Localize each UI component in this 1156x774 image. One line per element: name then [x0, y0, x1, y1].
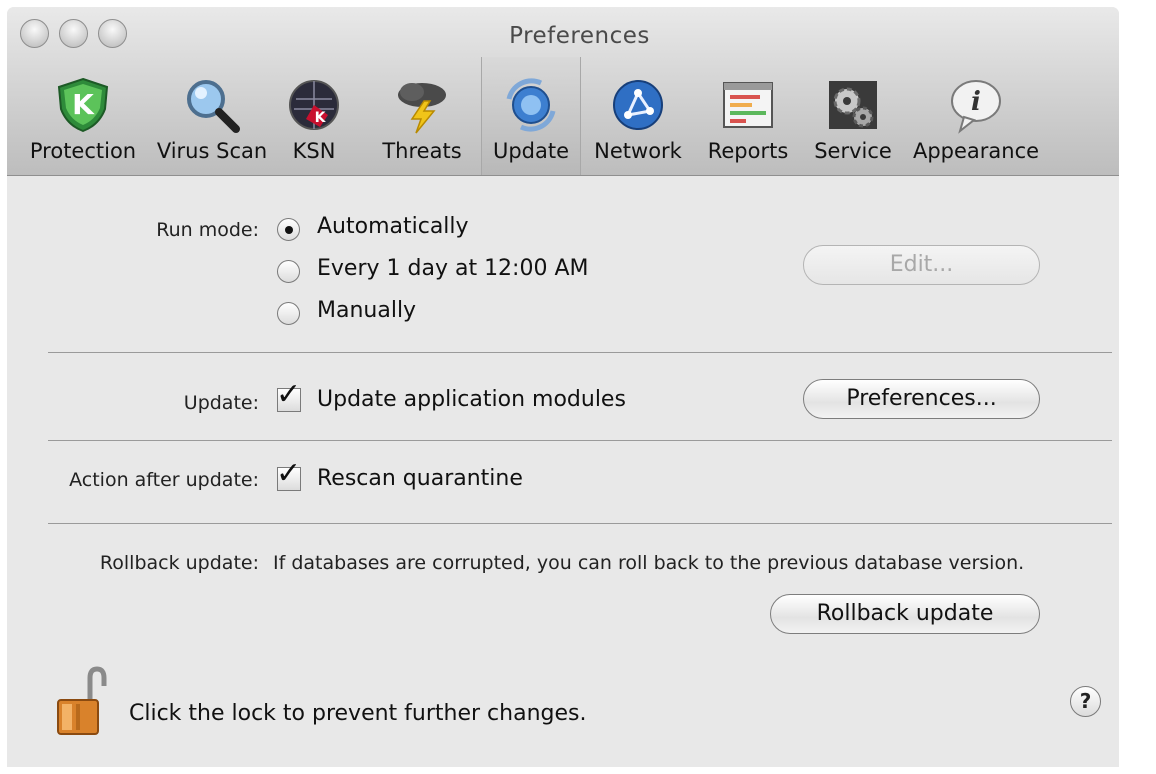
toolbar-label-appearance: Appearance: [912, 139, 1040, 163]
toolbar-item-reports[interactable]: Reports: [700, 57, 796, 175]
info-bubble-icon: i: [951, 80, 1001, 134]
svg-text:i: i: [971, 87, 981, 117]
toolbar-label-protection: Protection: [29, 139, 137, 163]
help-button[interactable]: ?: [1070, 686, 1101, 717]
update-modules-label[interactable]: Update application modules: [317, 387, 626, 412]
action-after-update-label: Action after update:: [69, 469, 259, 491]
run-mode-automatically-radio[interactable]: [277, 218, 300, 241]
storm-cloud-icon: [398, 83, 446, 134]
toolbar-item-ksn[interactable]: K KSN: [283, 57, 345, 175]
toolbar-item-protection[interactable]: K Protection: [21, 57, 145, 175]
title-toolbar: Preferences K Protection Virus Scan K KS…: [7, 7, 1119, 176]
reports-chart-icon: [723, 82, 773, 128]
shield-k-icon: K: [57, 77, 109, 133]
toolbar-item-service[interactable]: Service: [807, 57, 899, 175]
toolbar-item-network[interactable]: Network: [588, 57, 688, 175]
toolbar-label-virus-scan: Virus Scan: [156, 139, 268, 163]
checkmark-icon: ✓: [276, 456, 302, 491]
rescan-quarantine-label[interactable]: Rescan quarantine: [317, 466, 523, 491]
update-modules-checkbox[interactable]: ✓: [276, 380, 301, 412]
lock-instruction-text: Click the lock to prevent further change…: [129, 701, 587, 726]
run-mode-manually-radio[interactable]: [277, 302, 300, 325]
run-mode-label: Run mode:: [156, 219, 259, 241]
update-globe-icon: [506, 78, 556, 132]
separator: [48, 440, 1112, 441]
run-mode-every-day-label[interactable]: Every 1 day at 12:00 AM: [317, 256, 589, 281]
toolbar-item-threats[interactable]: Threats: [374, 57, 470, 175]
ksn-globe-icon: K: [289, 80, 339, 130]
toolbar-label-reports: Reports: [707, 139, 789, 163]
unlocked-padlock-icon[interactable]: [54, 666, 114, 738]
run-mode-every-day-radio[interactable]: [277, 260, 300, 283]
checkmark-icon: ✓: [276, 377, 302, 412]
toolbar-item-update[interactable]: Update: [481, 57, 581, 175]
separator: [48, 352, 1112, 353]
toolbar-item-virus-scan[interactable]: Virus Scan: [153, 57, 271, 175]
preferences-window: Preferences K Protection Virus Scan K KS…: [7, 7, 1119, 767]
update-preferences-button[interactable]: Preferences...: [803, 379, 1040, 419]
gears-icon: [829, 81, 877, 129]
toolbar-label-threats: Threats: [382, 139, 462, 163]
rescan-quarantine-checkbox[interactable]: ✓: [276, 459, 301, 491]
radio-selected-dot: [285, 226, 293, 234]
run-mode-manually-label[interactable]: Manually: [317, 298, 416, 323]
separator: [48, 523, 1112, 524]
toolbar-label-ksn: KSN: [292, 139, 336, 163]
window-title: Preferences: [509, 23, 650, 49]
magnifier-icon: [187, 80, 240, 133]
toolbar-label-update: Update: [492, 139, 570, 163]
toolbar-label-service: Service: [814, 139, 892, 163]
rollback-description: If databases are corrupted, you can roll…: [273, 552, 1025, 574]
update-label: Update:: [183, 392, 259, 414]
svg-text:K: K: [72, 88, 95, 121]
rollback-update-button[interactable]: Rollback update: [770, 594, 1040, 634]
svg-text:K: K: [315, 110, 327, 126]
toolbar-label-network: Network: [594, 139, 682, 163]
toolbar-item-appearance[interactable]: i Appearance: [910, 57, 1042, 175]
rollback-update-label: Rollback update:: [99, 552, 259, 574]
network-globe-icon: [613, 80, 663, 130]
run-mode-automatically-label[interactable]: Automatically: [317, 214, 469, 239]
edit-schedule-button[interactable]: Edit...: [803, 245, 1040, 285]
